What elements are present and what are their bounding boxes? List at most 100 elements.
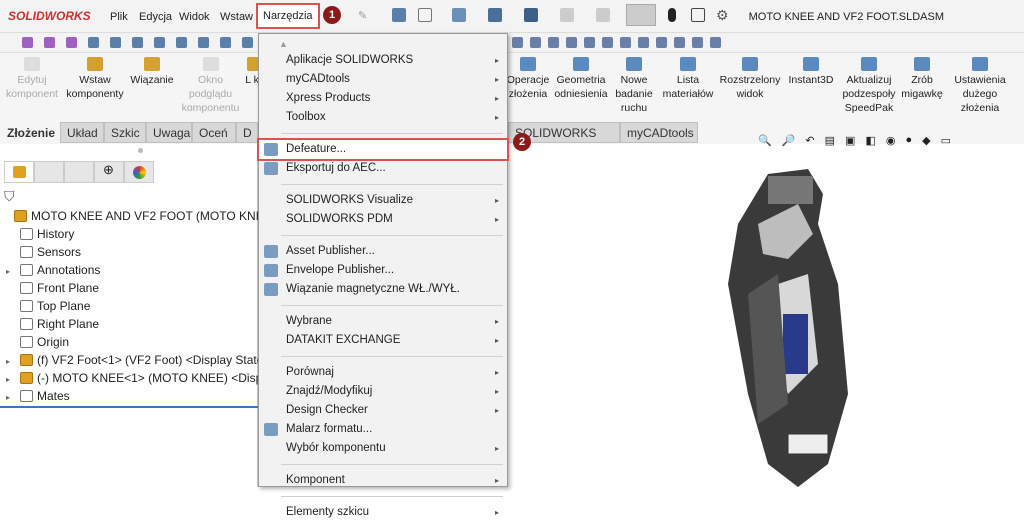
- menu-item-datakit-exchange[interactable]: DATAKIT EXCHANGE ▸: [259, 331, 507, 350]
- selection-filter-icon[interactable]: [530, 37, 541, 48]
- plane-icon[interactable]: [176, 37, 187, 48]
- ribbon-button-ustawienia-du-ego-z-o-enia[interactable]: Ustawienia dużego złożenia: [948, 57, 1012, 115]
- ribbon-button-zr-b-migawk[interactable]: Zrób migawkę: [898, 57, 946, 101]
- selection-filter-icon[interactable]: [512, 37, 523, 48]
- featuremanager-tab[interactable]: [4, 161, 34, 183]
- ribbon-button-rozstrzelony-widok[interactable]: Rozstrzelony widok: [717, 57, 783, 101]
- menu-item-por-wnaj[interactable]: Porównaj ▸: [259, 363, 507, 382]
- expand-arrow-icon[interactable]: ▸: [6, 353, 14, 369]
- appearance-icon[interactable]: ●: [905, 134, 912, 148]
- select-icon[interactable]: [88, 37, 99, 48]
- new-document-icon[interactable]: [418, 8, 432, 22]
- selection-filter-icon[interactable]: [566, 37, 577, 48]
- ribbon-button-nowe-badanie-ruchu[interactable]: Nowe badanie ruchu: [610, 57, 658, 115]
- menu-item-aplikacje-solidworks[interactable]: Aplikacje SOLIDWORKS ▸: [259, 51, 507, 70]
- print-icon[interactable]: [524, 8, 538, 22]
- display-manager-tab[interactable]: [124, 161, 154, 183]
- menu-item-defeature[interactable]: Defeature...: [257, 138, 509, 161]
- ribbon-button-operacje-z-o-enia[interactable]: Operacje złożenia: [505, 57, 551, 101]
- save-icon[interactable]: [488, 8, 502, 22]
- menu-item-wi-zanie-magnetyczne-w-wy[interactable]: Wiązanie magnetyczne WŁ./WYŁ.: [259, 280, 507, 299]
- face-icon[interactable]: [198, 37, 209, 48]
- rebuild-icon[interactable]: [668, 8, 676, 22]
- menu-item-elementy-szkicu[interactable]: Elementy szkicu ▸: [259, 503, 507, 522]
- menu-item-eksportuj-do-aec[interactable]: Eksportuj do AEC...: [259, 159, 507, 178]
- tree-item-annotations[interactable]: ▸ Annotations: [6, 261, 258, 279]
- tree-item-top-plane[interactable]: Top Plane: [6, 297, 258, 315]
- propertymanager-tab[interactable]: [34, 161, 64, 183]
- expand-arrow-icon[interactable]: ▸: [6, 371, 14, 387]
- menu-item-mycadtools[interactable]: myCADtools ▸: [259, 70, 507, 89]
- previous-view-icon[interactable]: ↶: [805, 134, 814, 148]
- ribbon-button-okno-podgl-du-komponentu[interactable]: Okno podglądu komponentu: [178, 57, 243, 115]
- filter-icon[interactable]: [22, 37, 33, 48]
- selection-filter-icon[interactable]: [584, 37, 595, 48]
- menu-item-znajd-modyfikuj[interactable]: Znajdź/Modyfikuj ▸: [259, 382, 507, 401]
- tab-mycadtools[interactable]: myCADtools: [620, 122, 698, 143]
- tab-uk-ad[interactable]: Układ: [60, 122, 104, 143]
- open-icon[interactable]: [452, 8, 466, 22]
- expand-arrow-icon[interactable]: ▸: [6, 389, 14, 405]
- menu-item-design-checker[interactable]: Design Checker ▸: [259, 401, 507, 420]
- dimxpert-tab[interactable]: ⊕: [94, 161, 124, 183]
- expand-arrow-icon[interactable]: ▸: [6, 263, 14, 279]
- hide-show-icon[interactable]: ◉: [886, 134, 896, 148]
- zoom-area-icon[interactable]: 🔎: [782, 134, 796, 148]
- filter-icon[interactable]: ⛉: [4, 188, 15, 205]
- file-properties-icon[interactable]: [691, 8, 705, 22]
- selection-filter-icon[interactable]: [602, 37, 613, 48]
- menu-item-wyb-r-komponentu[interactable]: Wybór komponentu ▸: [259, 439, 507, 458]
- tree-item-f-vf2-foot-1-vf2-foot-display-[interactable]: ▸ (f) VF2 Foot<1> (VF2 Foot) <Display Sta…: [6, 351, 258, 369]
- menu-item-solidworks-visualize[interactable]: SOLIDWORKS Visualize ▸: [259, 191, 507, 210]
- selection-filter-icon[interactable]: [638, 37, 649, 48]
- tab-z-o-enie[interactable]: Złożenie: [0, 122, 60, 143]
- tree-item-sensors[interactable]: Sensors: [6, 243, 258, 261]
- point-icon[interactable]: [132, 37, 143, 48]
- display-style-icon[interactable]: ◧: [865, 134, 875, 148]
- panel-splitter-handle[interactable]: [138, 148, 143, 153]
- scroll-up-arrow[interactable]: ▲: [279, 39, 288, 49]
- tree-item-right-plane[interactable]: Right Plane: [6, 315, 258, 333]
- tree-item-moto-knee-1-moto-knee-display[interactable]: ▸ (-) MOTO KNEE<1> (MOTO KNEE) <Display: [6, 369, 258, 387]
- ribbon-button-wi-zanie[interactable]: Wiązanie: [128, 57, 176, 87]
- ribbon-button-edytuj-komponent[interactable]: Edytuj komponent: [3, 57, 61, 101]
- scene-icon[interactable]: ◆: [922, 134, 930, 148]
- ribbon-button-aktualizuj-podzespo-y-speedpak[interactable]: Aktualizuj podzespoły SpeedPak: [840, 57, 898, 115]
- line-icon[interactable]: [154, 37, 165, 48]
- menu-wstaw[interactable]: Wstaw: [220, 11, 253, 23]
- gear-icon[interactable]: ⚙: [716, 7, 729, 24]
- selection-filter-icon[interactable]: [656, 37, 667, 48]
- tab-uwaga[interactable]: Uwaga: [146, 122, 192, 143]
- tree-item-origin[interactable]: Origin: [6, 333, 258, 351]
- menu-item-komponent[interactable]: Komponent ▸: [259, 471, 507, 490]
- select-other-icon[interactable]: [110, 37, 121, 48]
- section-view-icon[interactable]: ▤: [825, 134, 835, 148]
- menu-item-asset-publisher[interactable]: Asset Publisher...: [259, 242, 507, 261]
- ribbon-button-geometria-odniesienia[interactable]: Geometria odniesienia: [552, 57, 610, 101]
- selection-filter-icon[interactable]: [548, 37, 559, 48]
- pin-icon[interactable]: ✎: [358, 9, 367, 22]
- ribbon-button-wstaw-komponenty[interactable]: Wstaw komponenty: [60, 57, 130, 101]
- tree-item-moto-knee-and-vf2-foot-moto-kn[interactable]: MOTO KNEE AND VF2 FOOT (MOTO KNEE AND: [6, 207, 258, 225]
- menu-widok[interactable]: Widok: [179, 11, 210, 23]
- tab-oce[interactable]: Oceń: [192, 122, 236, 143]
- menu-item-envelope-publisher[interactable]: Envelope Publisher...: [259, 261, 507, 280]
- filter-faces-icon[interactable]: [44, 37, 55, 48]
- home-icon[interactable]: [392, 8, 406, 22]
- axis-icon[interactable]: [242, 37, 253, 48]
- body-icon[interactable]: [220, 37, 231, 48]
- ribbon-button-instant3d[interactable]: Instant3D: [785, 57, 837, 87]
- selection-filter-icon[interactable]: [620, 37, 631, 48]
- menu-item-malarz-formatu[interactable]: Malarz formatu...: [259, 420, 507, 439]
- configurationmanager-tab[interactable]: [64, 161, 94, 183]
- selection-filter-icon[interactable]: [674, 37, 685, 48]
- tree-item-mates[interactable]: ▸ Mates: [6, 387, 258, 405]
- view-settings-icon[interactable]: ▭: [941, 134, 951, 148]
- menu-plik[interactable]: Plik: [110, 11, 128, 23]
- menu-item-xpress-products[interactable]: Xpress Products ▸: [259, 89, 507, 108]
- redo-icon[interactable]: [596, 8, 610, 22]
- knee-foot-model[interactable]: [688, 164, 888, 487]
- tree-item-front-plane[interactable]: Front Plane: [6, 279, 258, 297]
- undo-icon[interactable]: [560, 8, 574, 22]
- tab-d[interactable]: D: [236, 122, 258, 143]
